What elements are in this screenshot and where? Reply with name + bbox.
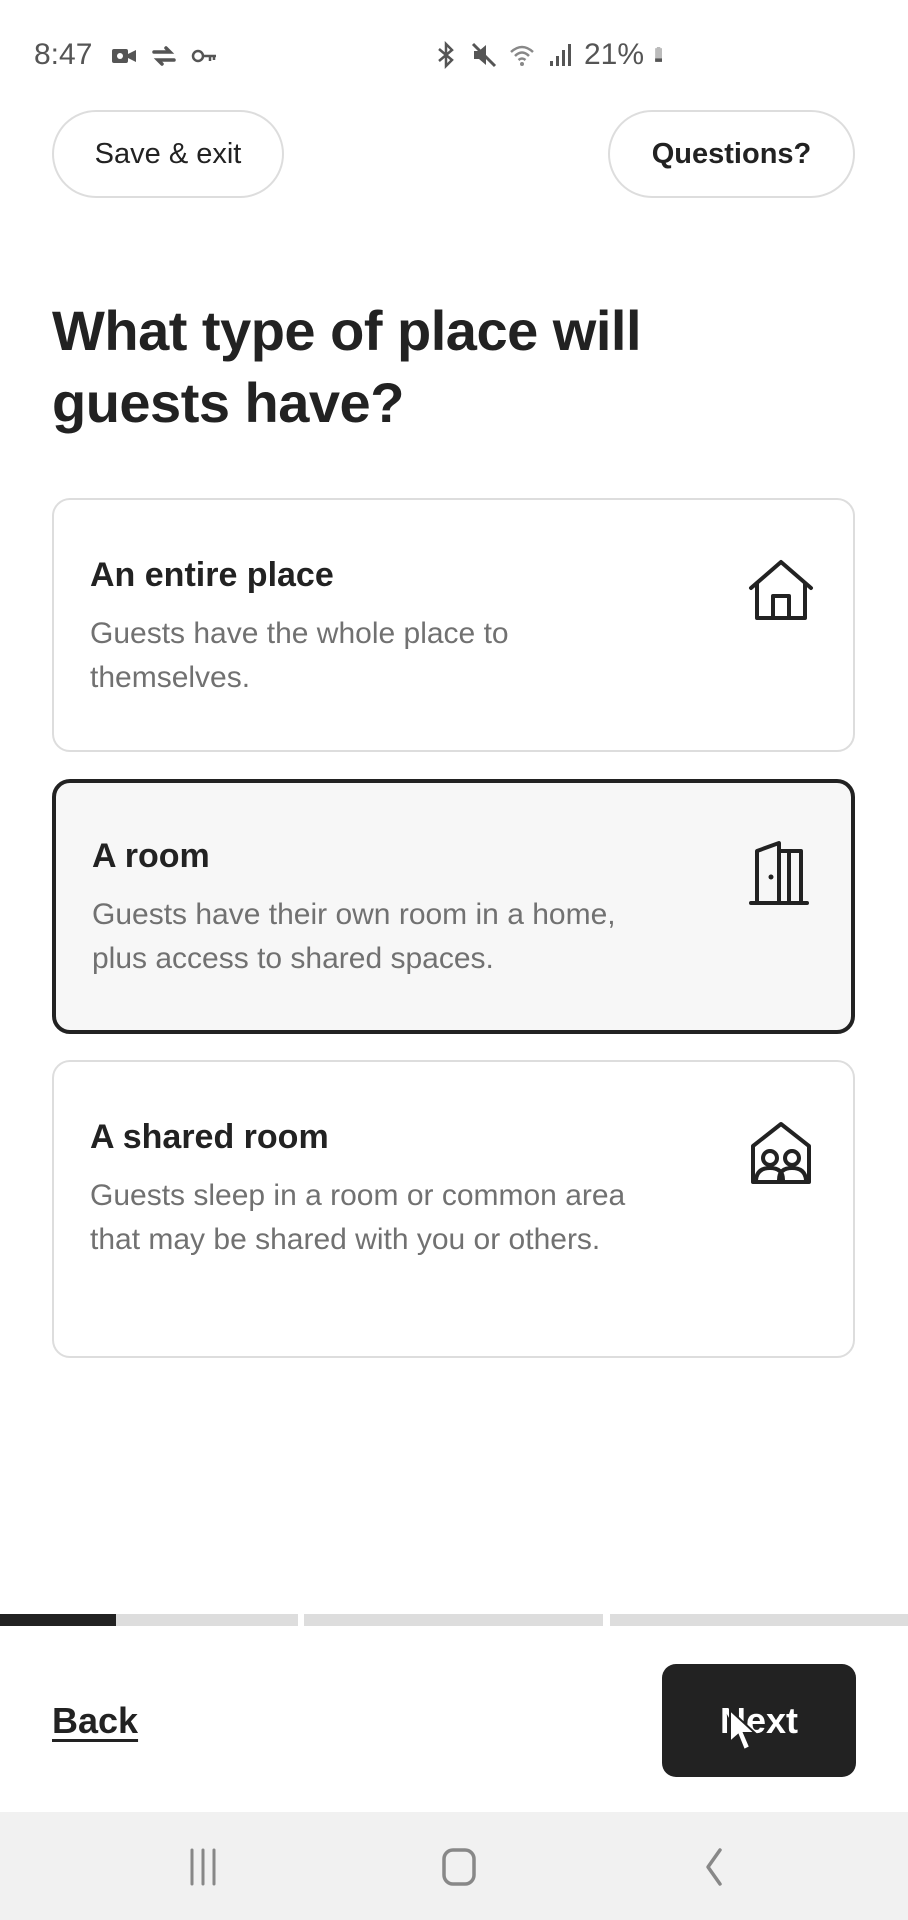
option-title: A shared room (90, 1118, 329, 1156)
mute-icon (471, 42, 497, 68)
shared-room-icon (751, 1122, 811, 1184)
back-nav-icon[interactable] (690, 1842, 740, 1892)
option-description: Guests have the whole place to themselve… (90, 617, 509, 694)
mouse-cursor-icon (729, 1708, 758, 1752)
signal-icon (550, 44, 571, 66)
questions-label: Questions? (651, 137, 812, 170)
progress-segment-3 (610, 1614, 908, 1626)
option-entire-place[interactable]: An entire place Guests have the whole pl… (52, 498, 855, 752)
progress-bar (0, 1614, 908, 1626)
progress-fill (0, 1614, 117, 1626)
sync-icon (152, 46, 176, 66)
battery-percent: 21% (584, 38, 645, 71)
questions-button[interactable]: Questions? (608, 110, 855, 198)
wifi-icon (510, 45, 534, 66)
battery-icon (655, 47, 663, 62)
status-time: 8:47 (34, 38, 93, 71)
page-title: What type of place will guests have? (52, 299, 642, 434)
progress-segment-2 (304, 1614, 603, 1626)
home-icon[interactable] (434, 1842, 484, 1892)
system-nav-bar (0, 1812, 908, 1920)
option-title: A room (92, 837, 210, 875)
option-room[interactable]: A room Guests have their own room in a h… (52, 779, 855, 1034)
option-title: An entire place (90, 556, 334, 594)
option-description: Guests have their own room in a home, pl… (92, 898, 616, 975)
door-icon (749, 841, 809, 905)
key-icon (191, 49, 216, 63)
back-button[interactable]: Back (52, 1700, 138, 1742)
save-exit-label: Save & exit (94, 137, 242, 170)
next-button[interactable]: Next (662, 1664, 856, 1777)
option-description: Guests sleep in a room or common area th… (90, 1179, 626, 1256)
save-exit-button[interactable]: Save & exit (52, 110, 284, 198)
option-shared-room[interactable]: A shared room Guests sleep in a room or … (52, 1060, 855, 1358)
video-icon (112, 49, 136, 63)
house-icon (749, 560, 813, 620)
status-bar: 8:47 21% (0, 0, 908, 100)
progress-segment-1 (0, 1614, 298, 1626)
recent-apps-icon[interactable] (178, 1842, 228, 1892)
bluetooth-icon (438, 41, 454, 69)
